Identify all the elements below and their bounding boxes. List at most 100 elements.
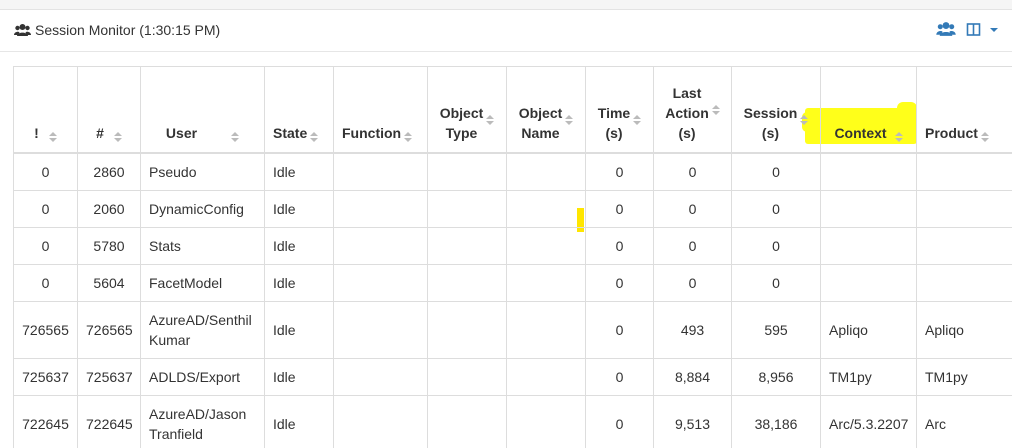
column-header-function[interactable]: Function: [333, 66, 428, 154]
cell-session: 8,956: [731, 358, 821, 396]
cell-context: Apliqo: [820, 301, 917, 359]
cell-session: 0: [731, 190, 821, 228]
cell-user: DynamicConfig: [140, 190, 265, 228]
cell-bang: 0: [13, 264, 78, 302]
table-row[interactable]: 0 5604 FacetModel Idle 0 0 0: [13, 264, 1012, 302]
cell-time: 0: [585, 358, 654, 396]
sort-icon: [113, 132, 122, 143]
table-row[interactable]: 0 5780 Stats Idle 0 0 0: [13, 227, 1012, 265]
cell-function: [333, 264, 428, 302]
session-table-container: ! # User State Function Object Type Objec…: [13, 66, 1012, 448]
cell-product: Apliqo: [916, 301, 1012, 359]
table-row[interactable]: 725637 725637 ADLDS/Export Idle 0 8,884 …: [13, 358, 1012, 396]
page-title: Session Monitor (1:30:15 PM): [35, 22, 221, 38]
sort-icon: [980, 132, 989, 143]
sort-icon: [800, 115, 809, 126]
top-strip: [0, 0, 1012, 10]
cell-state: Idle: [264, 152, 334, 191]
cell-context: Arc/5.3.2207: [820, 395, 917, 448]
cell-last-action: 0: [653, 152, 732, 191]
cell-object-type: [427, 190, 507, 228]
table-row[interactable]: 722645 722645 AzureAD/Jason Tranfield Id…: [13, 395, 1012, 448]
table-row[interactable]: 0 2860 Pseudo Idle 0 0 0: [13, 152, 1012, 191]
sort-icon: [711, 105, 720, 116]
cell-number: 2060: [77, 190, 141, 228]
cell-function: [333, 152, 428, 191]
cell-product: Arc: [916, 395, 1012, 448]
cell-object-type: [427, 264, 507, 302]
cell-object-type: [427, 152, 507, 191]
sort-icon: [565, 115, 574, 126]
cell-time: 0: [585, 264, 654, 302]
column-header-state[interactable]: State: [264, 66, 334, 154]
cell-time: 0: [585, 301, 654, 359]
cell-function: [333, 301, 428, 359]
cell-bang: 726565: [13, 301, 78, 359]
sort-icon: [633, 115, 642, 126]
cell-time: 0: [585, 190, 654, 228]
users-button[interactable]: [936, 21, 956, 39]
cell-state: Idle: [264, 301, 334, 359]
cell-object-type: [427, 227, 507, 265]
column-header-bang[interactable]: !: [13, 66, 78, 154]
table-header-row: ! # User State Function Object Type Objec…: [13, 66, 1012, 154]
column-header-number[interactable]: #: [77, 66, 141, 154]
cell-session: 38,186: [731, 395, 821, 448]
cell-session: 0: [731, 264, 821, 302]
cell-product: [916, 152, 1012, 191]
table-row[interactable]: 0 2060 DynamicConfig Idle 0 0 0: [13, 190, 1012, 228]
cell-object-type: [427, 395, 507, 448]
cell-function: [333, 227, 428, 265]
cell-product: TM1py: [916, 358, 1012, 396]
cell-state: Idle: [264, 190, 334, 228]
sort-icon: [310, 132, 319, 143]
users-icon: [14, 23, 31, 42]
column-header-time[interactable]: Time (s): [585, 66, 654, 154]
column-header-product[interactable]: Product: [916, 66, 1012, 154]
column-header-object-name[interactable]: Object Name: [506, 66, 586, 154]
cell-number: 725637: [77, 358, 141, 396]
sort-icon: [486, 115, 495, 126]
columns-icon: [966, 23, 981, 36]
cell-object-name: [506, 227, 586, 265]
cell-session: 0: [731, 152, 821, 191]
cell-bang: 0: [13, 152, 78, 191]
cell-last-action: 0: [653, 264, 732, 302]
cell-last-action: 8,884: [653, 358, 732, 396]
cell-object-name: [506, 264, 586, 302]
column-header-user[interactable]: User: [140, 66, 265, 154]
cell-bang: 725637: [13, 358, 78, 396]
cell-number: 5780: [77, 227, 141, 265]
cell-last-action: 9,513: [653, 395, 732, 448]
cell-time: 0: [585, 227, 654, 265]
cell-product: [916, 264, 1012, 302]
cell-number: 726565: [77, 301, 141, 359]
column-header-session[interactable]: Session (s): [731, 66, 821, 154]
cell-number: 2860: [77, 152, 141, 191]
cell-last-action: 0: [653, 227, 732, 265]
cell-user: AzureAD/Senthil Kumar: [140, 301, 265, 359]
sort-icon: [231, 132, 240, 143]
column-header-last-action[interactable]: Last Action (s): [653, 66, 732, 154]
sort-icon: [48, 132, 57, 143]
sort-icon: [894, 132, 903, 143]
panel-header: Session Monitor (1:30:15 PM): [0, 10, 1012, 52]
cell-object-name: [506, 190, 586, 228]
cell-context: [820, 264, 917, 302]
cell-time: 0: [585, 152, 654, 191]
cell-state: Idle: [264, 395, 334, 448]
cell-bang: 0: [13, 190, 78, 228]
columns-dropdown-button[interactable]: [966, 21, 1002, 39]
cell-object-name: [506, 358, 586, 396]
cell-session: 595: [731, 301, 821, 359]
cell-user: ADLDS/Export: [140, 358, 265, 396]
cell-user: FacetModel: [140, 264, 265, 302]
caret-down-icon: [990, 28, 998, 32]
column-header-context[interactable]: Context: [820, 66, 917, 154]
cell-user: AzureAD/Jason Tranfield: [140, 395, 265, 448]
table-row[interactable]: 726565 726565 AzureAD/Senthil Kumar Idle…: [13, 301, 1012, 359]
column-header-object-type[interactable]: Object Type: [427, 66, 507, 154]
cell-function: [333, 395, 428, 448]
cell-object-type: [427, 358, 507, 396]
cell-object-name: [506, 301, 586, 359]
